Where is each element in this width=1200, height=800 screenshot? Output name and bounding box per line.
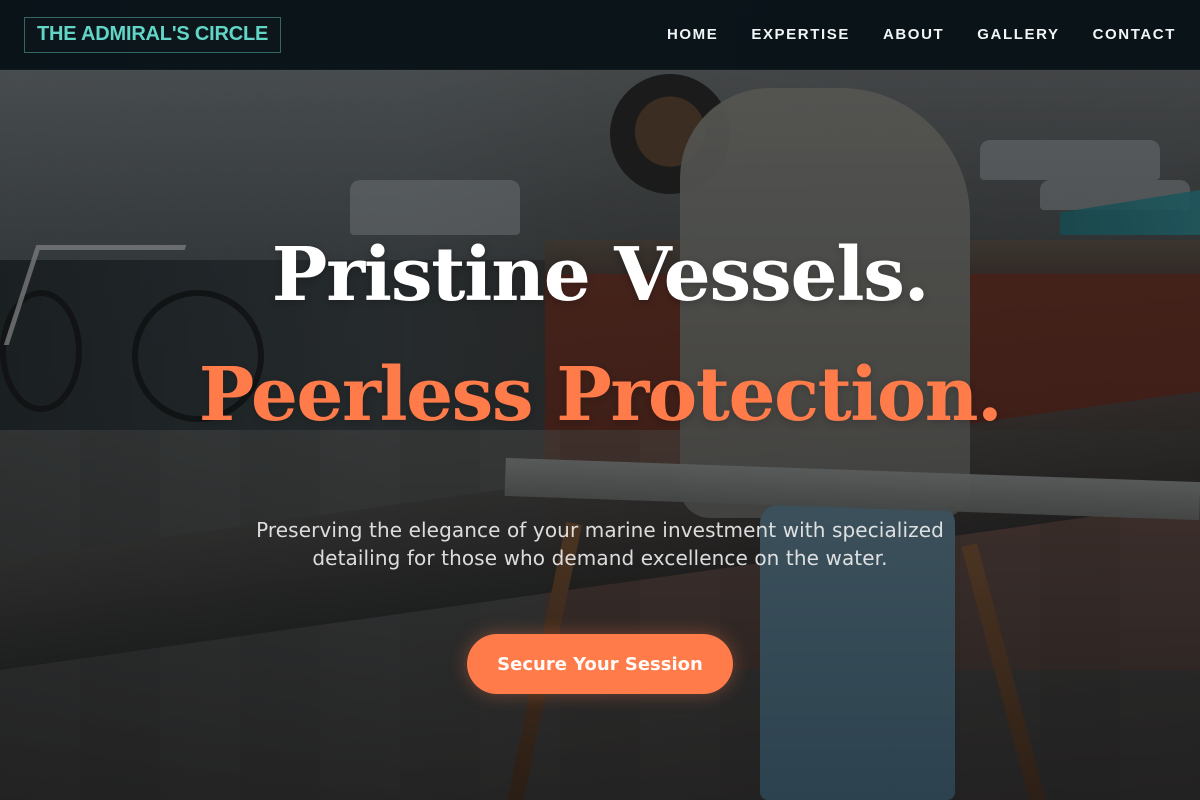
- hero-headline-primary: Pristine Vessels.: [271, 232, 930, 318]
- nav-about-link[interactable]: ABOUT: [883, 26, 944, 43]
- website-homepage: THE ADMIRAL'S CIRCLE HOME EXPERTISE ABOU…: [0, 0, 1200, 800]
- nav-gallery-link[interactable]: GALLERY: [977, 26, 1059, 43]
- site-header: THE ADMIRAL'S CIRCLE HOME EXPERTISE ABOU…: [0, 0, 1200, 70]
- nav-home-link[interactable]: HOME: [667, 26, 718, 43]
- site-logo[interactable]: THE ADMIRAL'S CIRCLE: [24, 16, 282, 53]
- hero-headline-accent: Peerless Protection.: [198, 351, 1003, 438]
- main-navigation: HOME EXPERTISE ABOUT GALLERY CONTACT: [667, 0, 1176, 69]
- hero-description: Preserving the elegance of your marine i…: [256, 518, 944, 570]
- secure-session-button[interactable]: Secure Your Session: [467, 634, 733, 695]
- hero-section: Pristine Vessels. Peerless Protection. P…: [0, 70, 1200, 800]
- nav-contact-link[interactable]: CONTACT: [1093, 26, 1176, 43]
- nav-expertise-link[interactable]: EXPERTISE: [751, 26, 850, 43]
